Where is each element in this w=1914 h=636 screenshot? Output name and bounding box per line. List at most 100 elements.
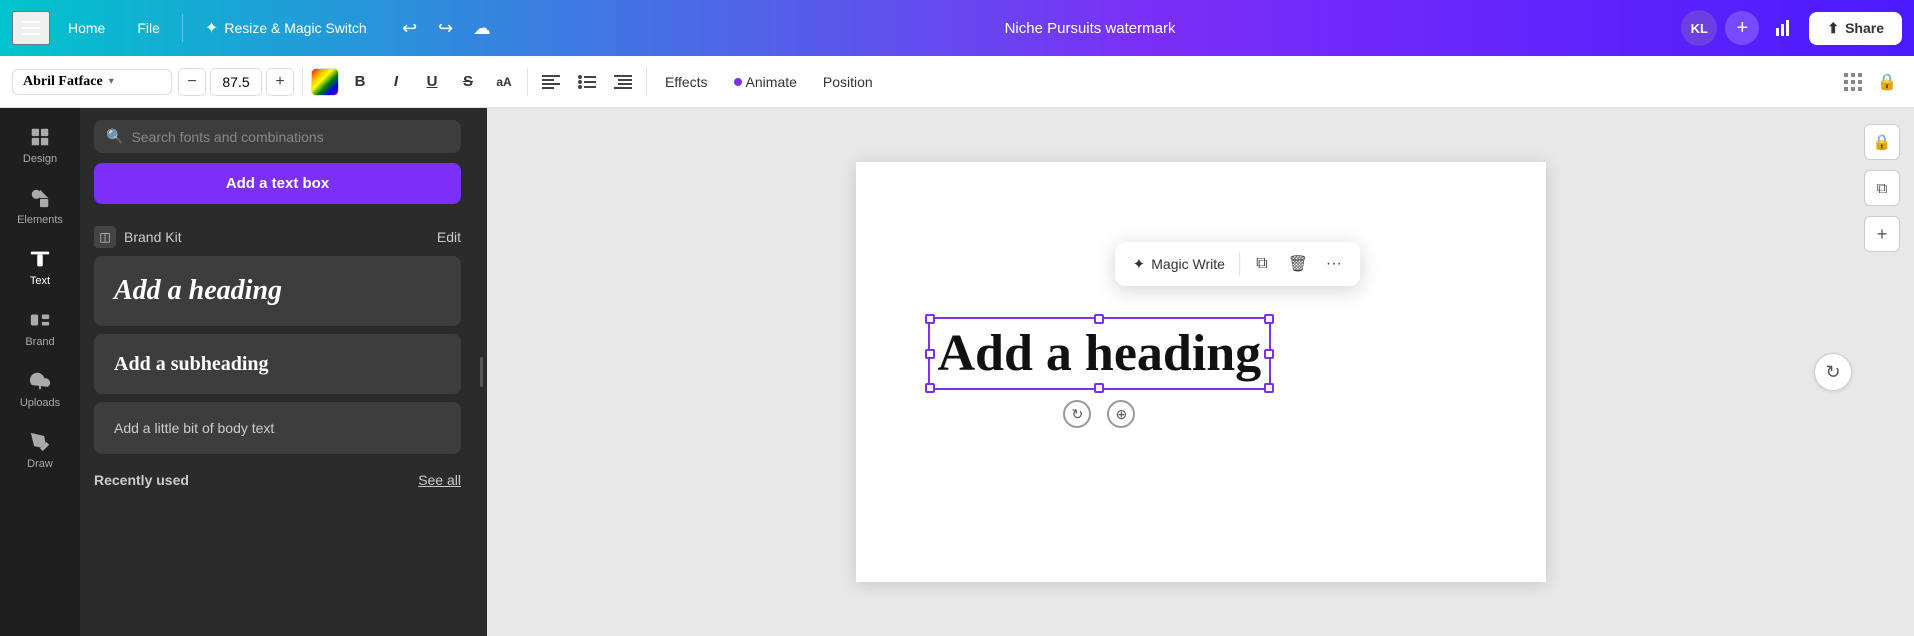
magic-write-button[interactable]: ✦ Magic Write [1125, 251, 1233, 277]
sidebar-icons: Design Elements Text Brand Uploads Draw [0, 108, 80, 636]
share-button[interactable]: ⬆ Share [1809, 12, 1902, 45]
font-family-label: Abril Fatface [23, 74, 103, 90]
sidebar-item-label: Elements [17, 214, 63, 226]
position-button[interactable]: Position [813, 70, 883, 94]
stats-button[interactable] [1767, 11, 1801, 45]
text-formatting-toolbar: Abril Fatface ▾ − + B I U S aA Effects A… [0, 56, 1914, 108]
sidebar-item-text[interactable]: Text [5, 238, 75, 297]
magic-write-label: Magic Write [1151, 256, 1225, 272]
undo-button[interactable]: ↩ [393, 11, 427, 45]
handle-mid-right[interactable] [1264, 349, 1274, 359]
handle-top-left[interactable] [925, 314, 935, 324]
recently-used-header: Recently used See all [94, 462, 461, 494]
handle-mid-left[interactable] [925, 349, 935, 359]
float-delete-button[interactable]: 🗑 [1282, 248, 1314, 280]
edit-link[interactable]: Edit [437, 229, 461, 245]
add-subheading-item[interactable]: Add a subheading [94, 334, 461, 394]
brand-icon [29, 309, 51, 331]
add-body-text-item[interactable]: Add a little bit of body text [94, 402, 461, 454]
sidebar-item-uploads[interactable]: Uploads [5, 360, 75, 419]
share-label: Share [1845, 20, 1884, 36]
text-icon [29, 248, 51, 270]
effects-button[interactable]: Effects [655, 70, 718, 94]
float-toolbar-divider [1239, 252, 1240, 276]
handle-bottom-right[interactable] [1264, 383, 1274, 393]
resize-magic-switch-button[interactable]: ✦ Resize & Magic Switch [191, 12, 381, 44]
toolbar-divider-3 [646, 68, 647, 96]
canvas-heading-text[interactable]: Add a heading [938, 325, 1262, 382]
nav-center: Niche Pursuits watermark [503, 20, 1678, 37]
canvas-duplicate-button[interactable]: ⧉ [1864, 170, 1900, 206]
redo-icon: ↪ [438, 18, 453, 39]
magic-switch-label: Resize & Magic Switch [224, 20, 366, 36]
avatar[interactable]: KL [1681, 10, 1717, 46]
canvas-add-button[interactable]: + [1864, 216, 1900, 252]
search-box[interactable]: 🔍 [94, 120, 461, 153]
panel-resize-handle[interactable] [475, 108, 487, 636]
text-color-button[interactable] [311, 68, 339, 96]
sidebar-item-draw[interactable]: Draw [5, 421, 75, 480]
bold-button[interactable]: B [345, 68, 375, 96]
subheading-sample-text: Add a subheading [114, 353, 269, 376]
handle-bottom-left[interactable] [925, 383, 935, 393]
hamburger-menu-button[interactable] [12, 11, 50, 45]
below-handles: ↻ ⊕ [1063, 400, 1135, 428]
top-navigation: Home File ✦ Resize & Magic Switch ↩ ↪ ☁ … [0, 0, 1914, 56]
lock-button[interactable]: 🔒 [1872, 67, 1902, 97]
see-all-link[interactable]: See all [418, 472, 461, 488]
file-nav-button[interactable]: File [123, 14, 174, 42]
font-family-selector[interactable]: Abril Fatface ▾ [12, 69, 172, 95]
canvas-refresh-button[interactable]: ↻ [1814, 353, 1852, 391]
case-button[interactable]: aA [489, 68, 519, 96]
rotate-handle[interactable]: ↻ [1063, 400, 1091, 428]
text-panel: 🔍 Add a text box ◫ Brand Kit Edit Add a … [80, 108, 475, 636]
magic-write-icon: ✦ [1133, 255, 1146, 273]
selected-text-container[interactable]: Add a heading ↻ ⊕ [928, 317, 1272, 390]
redo-button[interactable]: ↪ [429, 11, 463, 45]
pattern-button[interactable] [1838, 67, 1868, 97]
underline-button[interactable]: U [417, 68, 447, 96]
brand-kit-label-group: ◫ Brand Kit [94, 226, 182, 248]
animate-label: Animate [746, 74, 797, 90]
toolbar-divider-2 [527, 68, 528, 96]
sidebar-item-label: Text [30, 275, 50, 287]
cloud-save-button[interactable]: ☁ [465, 11, 499, 45]
float-more-button[interactable]: ··· [1318, 248, 1350, 280]
canvas-document: ✦ Magic Write ⧉ 🗑 ··· Add a heading [856, 162, 1546, 582]
font-size-input[interactable] [210, 68, 262, 96]
toolbar-divider-1 [302, 68, 303, 96]
search-input[interactable] [131, 129, 449, 145]
panel-search-area: 🔍 [80, 108, 475, 163]
decrease-font-size-button[interactable]: − [178, 68, 206, 96]
sidebar-item-brand[interactable]: Brand [5, 299, 75, 358]
home-nav-button[interactable]: Home [54, 14, 119, 42]
strikethrough-button[interactable]: S [453, 68, 483, 96]
float-copy-button[interactable]: ⧉ [1246, 248, 1278, 280]
sidebar-item-label: Draw [27, 458, 53, 470]
sidebar-item-elements[interactable]: Elements [5, 177, 75, 236]
handle-top-mid[interactable] [1094, 314, 1104, 324]
increase-font-size-button[interactable]: + [266, 68, 294, 96]
canvas-lock-button[interactable]: 🔒 [1864, 124, 1900, 160]
animate-dot [734, 78, 742, 86]
nav-right-group: KL + ⬆ Share [1681, 10, 1902, 46]
brand-kit-header: ◫ Brand Kit Edit [94, 218, 461, 256]
brand-kit-icon: ◫ [94, 226, 116, 248]
add-collaborator-button[interactable]: + [1725, 11, 1759, 45]
animate-button[interactable]: Animate [724, 70, 807, 94]
canvas-area: 🔒 ⧉ + ✦ Magic Write ⧉ 🗑 ··· [487, 108, 1914, 636]
sidebar-item-design[interactable]: Design [5, 116, 75, 175]
move-handle[interactable]: ⊕ [1107, 400, 1135, 428]
add-heading-item[interactable]: Add a heading [94, 256, 461, 326]
handle-top-right[interactable] [1264, 314, 1274, 324]
align-left-button[interactable] [536, 68, 566, 96]
sidebar-item-label: Brand [25, 336, 54, 348]
brand-kit-section: ◫ Brand Kit Edit Add a heading Add a sub… [80, 218, 475, 494]
list-button[interactable] [572, 68, 602, 96]
add-textbox-button[interactable]: Add a text box [94, 163, 461, 204]
uploads-icon [29, 370, 51, 392]
handle-bottom-mid[interactable] [1094, 383, 1104, 393]
nav-divider [182, 14, 183, 42]
indent-button[interactable] [608, 68, 638, 96]
italic-button[interactable]: I [381, 68, 411, 96]
